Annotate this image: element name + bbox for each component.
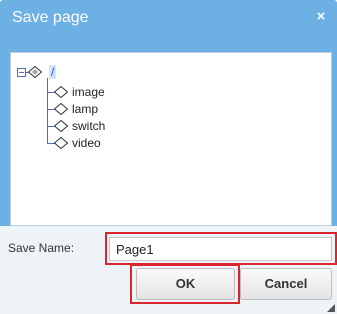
resize-grip-icon[interactable]: [327, 304, 335, 312]
page-tree-panel: / image lamp switch video: [10, 52, 332, 226]
diamond-icon: [54, 120, 68, 132]
dialog-title: Save page: [12, 9, 89, 26]
tree-item-lamp[interactable]: lamp: [68, 102, 98, 116]
tree-item-switch[interactable]: switch: [68, 119, 105, 133]
tree-item-label: video: [72, 136, 101, 150]
cancel-button[interactable]: Cancel: [240, 268, 332, 300]
folder-diamond-icon: [28, 66, 42, 78]
diamond-icon: [54, 103, 68, 115]
save-page-dialog: Save page × / image lamp switch video Sa…: [0, 0, 337, 314]
diamond-icon: [54, 137, 68, 149]
collapse-icon[interactable]: [17, 68, 26, 77]
tree-item-label: image: [72, 85, 105, 99]
dialog-titlebar[interactable]: Save page ×: [0, 0, 337, 36]
close-icon[interactable]: ×: [313, 8, 329, 26]
tree-connector: [47, 78, 48, 143]
tree-item-label: switch: [72, 119, 106, 133]
save-name-input[interactable]: [109, 237, 332, 261]
tree-item-label: lamp: [72, 102, 99, 116]
save-name-label: Save Name:: [8, 241, 75, 255]
tree-root-label: /: [49, 65, 57, 79]
tree-root-node[interactable]: /: [45, 65, 57, 79]
ok-button[interactable]: OK: [136, 268, 235, 300]
tree-item-video[interactable]: video: [68, 136, 101, 150]
tree-item-image[interactable]: image: [68, 85, 105, 99]
diamond-icon: [54, 86, 68, 98]
